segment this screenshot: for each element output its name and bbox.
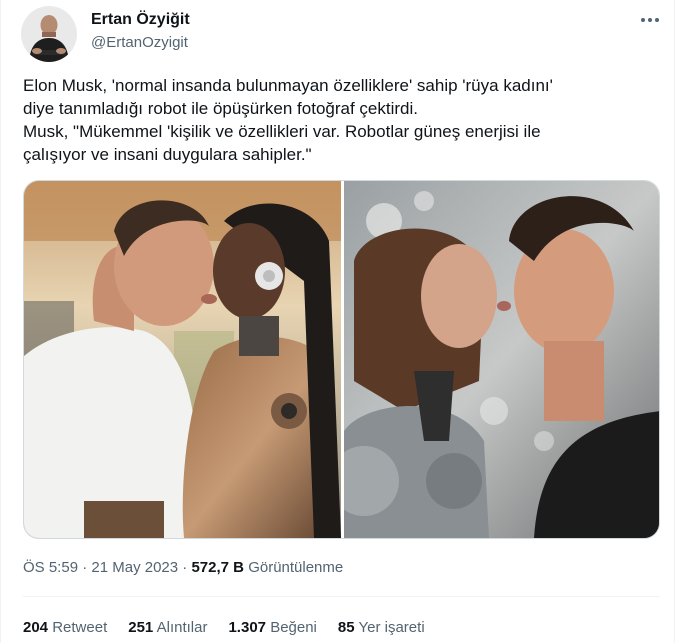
tweet-container: Ertan Özyiğit @ErtanOzyigit Elon Musk, '…: [0, 0, 675, 643]
avatar-image: [21, 6, 77, 62]
stat-retweets[interactable]: 204 Retweet: [23, 618, 107, 638]
stat-label: Beğeni: [270, 619, 317, 636]
stat-label: Yer işareti: [358, 619, 425, 636]
media-photo-right[interactable]: [344, 181, 659, 538]
stat-bookmarks[interactable]: 85 Yer işareti: [338, 618, 425, 638]
tweet-text-line: diye tanımladığı robot ile öpüşürken fot…: [23, 99, 418, 118]
views-label[interactable]: Görüntülenme: [248, 559, 343, 576]
author-avatar[interactable]: [21, 6, 77, 62]
tweet-meta: ÖS 5:59 · 21 May 2023 · 572,7 B Görüntül…: [23, 558, 343, 578]
author-name[interactable]: Ertan Özyiğit: [91, 10, 190, 30]
meta-separator: ·: [78, 559, 92, 576]
tweet-text-line: çalışıyor ve insani duygulara sahipler.": [23, 145, 312, 164]
more-horizontal-icon: [641, 18, 645, 22]
tweet-stats: 204 Retweet 251 Alıntılar 1.307 Beğeni 8…: [23, 618, 446, 638]
tweet-date[interactable]: 21 May 2023: [91, 559, 178, 576]
stat-likes[interactable]: 1.307 Beğeni: [228, 618, 316, 638]
author-handle[interactable]: @ErtanOzyigit: [91, 33, 190, 53]
stat-count: 85: [337, 619, 355, 636]
stat-count: 251: [128, 619, 154, 636]
photo-left-image: [24, 181, 341, 538]
stat-quotes[interactable]: 251 Alıntılar: [128, 618, 207, 638]
stat-count: 204: [23, 619, 49, 636]
tweet-media[interactable]: [23, 180, 660, 539]
more-options-button[interactable]: [635, 8, 665, 32]
stat-label: Alıntılar: [156, 619, 208, 636]
stat-count: 1.307: [228, 619, 267, 636]
author-block: Ertan Özyiğit @ErtanOzyigit: [91, 10, 190, 53]
tweet-text-line: Musk, "Mükemmel 'kişilik ve özellikleri …: [23, 122, 541, 141]
stat-label: Retweet: [52, 619, 108, 636]
divider: [23, 596, 660, 597]
meta-separator: ·: [178, 559, 192, 576]
tweet-text-line: Elon Musk, 'normal insanda bulunmayan öz…: [23, 76, 553, 95]
views-count[interactable]: 572,7 B: [191, 559, 244, 576]
photo-right-image: [344, 181, 659, 538]
media-photo-left[interactable]: [24, 181, 341, 538]
more-dot: [648, 18, 652, 22]
tweet-time[interactable]: ÖS 5:59: [23, 559, 78, 576]
tweet-text: Elon Musk, 'normal insanda bulunmayan öz…: [23, 74, 663, 166]
more-dot: [655, 18, 659, 22]
